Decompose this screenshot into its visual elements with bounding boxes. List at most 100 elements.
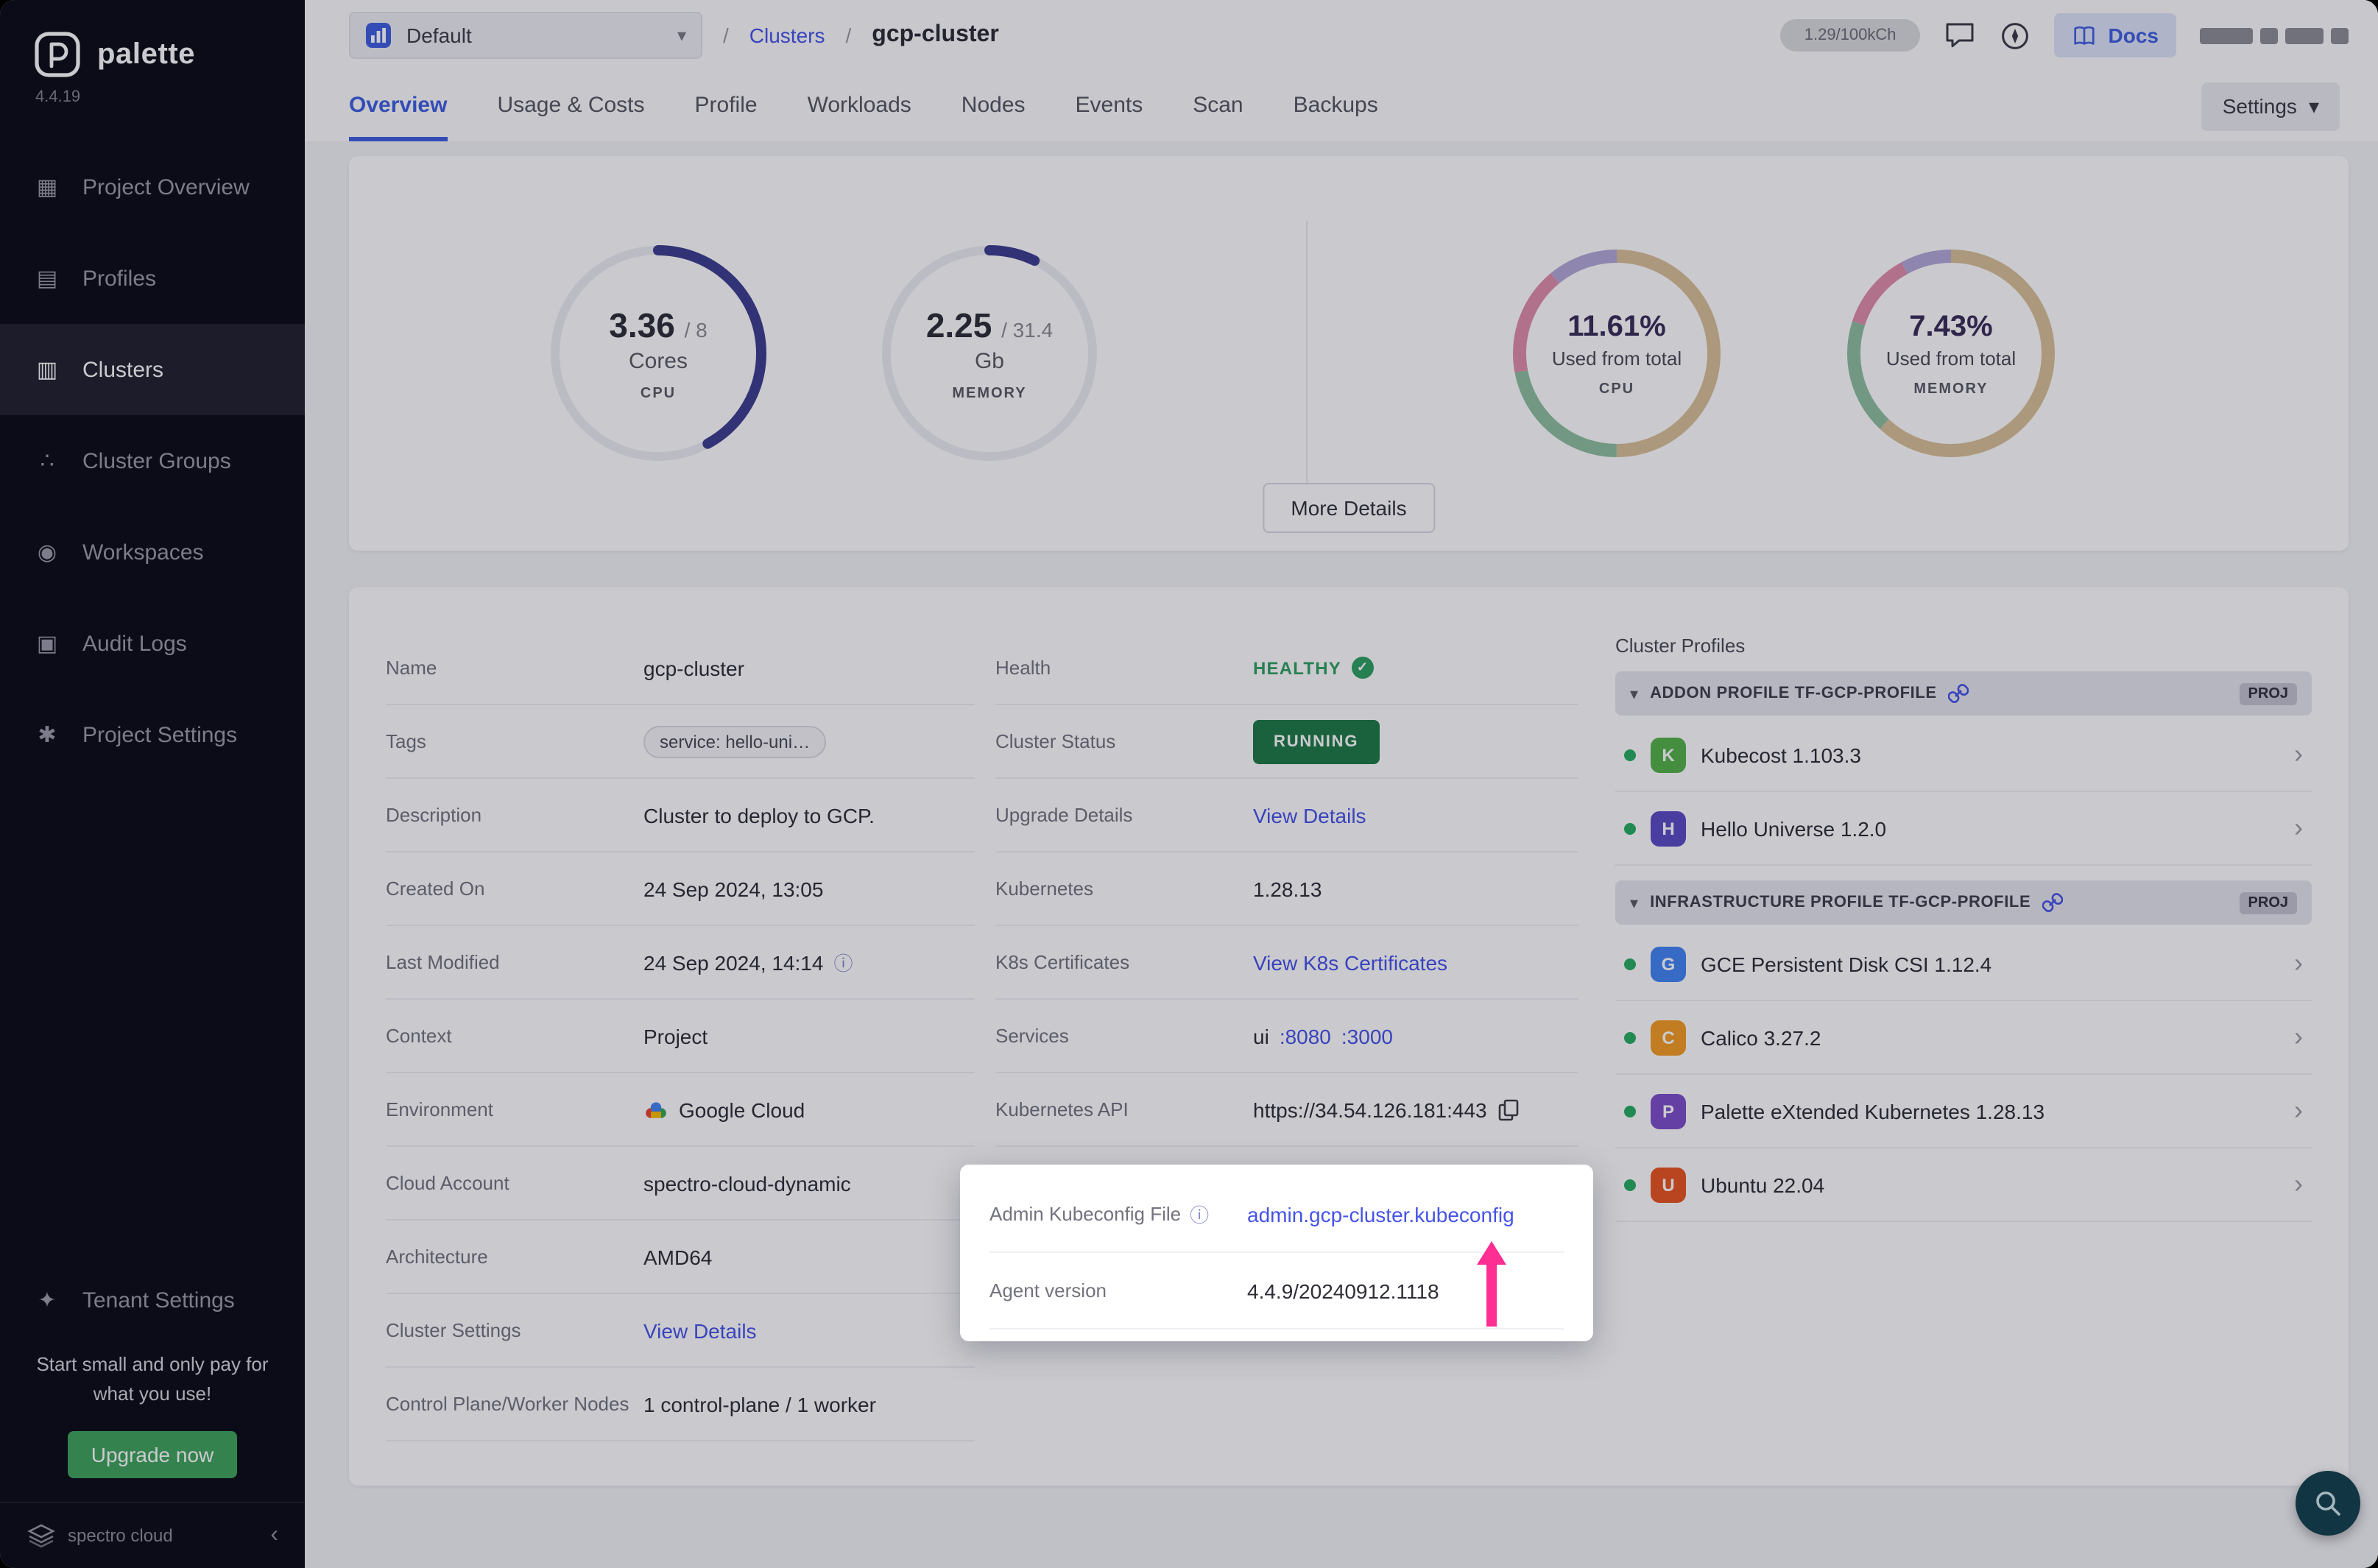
row-k8s-certificates: K8s Certificates View K8s Certificates (995, 926, 1578, 1000)
details-left-column: Name gcp-cluster Tags service: hello-uni… (386, 632, 975, 1441)
cluster-details-card: Name gcp-cluster Tags service: hello-uni… (349, 587, 2349, 1486)
sidebar-item-workspaces[interactable]: ◉ Workspaces (0, 506, 305, 598)
row-created-on: Created On 24 Sep 2024, 13:05 (386, 852, 975, 926)
cluster-stats-card: 3.36 / 8 Cores CPU 2.25 / 31.4 Gb MEMORY (349, 156, 2349, 551)
row-services: Services ui :8080 :3000 (995, 1000, 1578, 1073)
status-dot-icon (1624, 1179, 1636, 1190)
spotlight-card: Admin Kubeconfig File ⓘ admin.gcp-cluste… (960, 1165, 1593, 1341)
row-upgrade-details: Upgrade Details View Details (995, 779, 1578, 852)
memory-used-value: 2.25 (926, 306, 992, 344)
redacted-block (2331, 27, 2349, 43)
scope-badge: PROJ (2240, 682, 2297, 704)
row-tags: Tags service: hello-uni… (386, 705, 975, 779)
sidebar-item-tenant-settings[interactable]: ✦ Tenant Settings (0, 1262, 305, 1338)
project-settings-icon: ✱ (32, 721, 62, 748)
sidebar-item-cluster-groups[interactable]: ∴ Cluster Groups (0, 415, 305, 506)
search-fab-button[interactable] (2296, 1471, 2360, 1536)
tour-arrow-icon (1475, 1241, 1508, 1327)
search-icon (2313, 1488, 2343, 1518)
tab-profile[interactable]: Profile (695, 93, 758, 141)
row-description: Description Cluster to deploy to GCP. (386, 779, 975, 852)
breadcrumb-separator: / (846, 24, 852, 47)
sidebar-item-clusters[interactable]: ▥ Clusters (0, 324, 305, 415)
tab-scan[interactable]: Scan (1193, 93, 1243, 141)
content-area: 3.36 / 8 Cores CPU 2.25 / 31.4 Gb MEMORY (305, 141, 2378, 1568)
tab-backups[interactable]: Backups (1294, 93, 1378, 141)
row-nodes: Control Plane/Worker Nodes 1 control-pla… (386, 1368, 975, 1441)
upgrade-view-details-link[interactable]: View Details (1253, 803, 1366, 827)
sidebar: palette 4.4.19 ▦ Project Overview ▤ Prof… (0, 0, 305, 1568)
tab-nodes[interactable]: Nodes (962, 93, 1026, 141)
profile-item-calico[interactable]: C Calico 3.27.2 › (1615, 1001, 2312, 1075)
status-dot-icon (1624, 822, 1636, 834)
help-button[interactable] (2000, 20, 2031, 51)
profile-item-ubuntu[interactable]: U Ubuntu 22.04 › (1615, 1148, 2312, 1222)
memory-gauge-label: MEMORY (952, 385, 1026, 401)
profile-item-kubecost[interactable]: K Kubecost 1.103.3 › (1615, 718, 2312, 792)
cluster-settings-view-details-link[interactable]: View Details (643, 1318, 757, 1342)
tab-overview[interactable]: Overview (349, 93, 447, 141)
sidebar-item-project-settings[interactable]: ✱ Project Settings (0, 689, 305, 780)
check-circle-icon: ✓ (1352, 657, 1374, 679)
sidebar-item-profiles[interactable]: ▤ Profiles (0, 233, 305, 324)
tag-chip: service: hello-uni… (643, 725, 826, 757)
row-health: Health HEALTHY ✓ (995, 632, 1578, 705)
chevron-down-icon: ▾ (677, 25, 686, 46)
app-version: 4.4.19 (0, 85, 305, 127)
service-port-3000-link[interactable]: :3000 (1341, 1024, 1393, 1048)
chat-button[interactable] (1944, 21, 1976, 50)
upgrade-now-button[interactable]: Upgrade now (68, 1431, 238, 1478)
chevron-right-icon: › (2294, 1169, 2303, 1200)
row-cloud-account: Cloud Account spectro-cloud-dynamic (386, 1147, 975, 1221)
cpu-total-value: / 8 (685, 317, 708, 341)
sidebar-item-project-overview[interactable]: ▦ Project Overview (0, 141, 305, 233)
project-selector[interactable]: Default ▾ (349, 12, 702, 59)
docs-book-icon (2072, 23, 2097, 48)
status-dot-icon (1624, 749, 1636, 760)
sidebar-collapse-icon[interactable]: ‹ (270, 1522, 278, 1549)
info-icon[interactable]: ⓘ (833, 948, 853, 976)
palette-extended-kubernetes-icon: P (1651, 1093, 1686, 1129)
kubecost-icon: K (1651, 737, 1686, 772)
sidebar-nav: ▦ Project Overview ▤ Profiles ▥ Clusters… (0, 141, 305, 780)
service-port-8080-link[interactable]: :8080 (1280, 1024, 1331, 1048)
status-dot-icon (1624, 1031, 1636, 1043)
admin-kubeconfig-link[interactable]: admin.gcp-cluster.kubeconfig (1247, 1202, 1514, 1226)
chevron-right-icon: › (2294, 1022, 2303, 1053)
more-details-button[interactable]: More Details (1263, 483, 1434, 533)
row-environment: Environment Google Cloud (386, 1073, 975, 1147)
settings-button[interactable]: Settings ▾ (2202, 82, 2340, 130)
breadcrumb-clusters-link[interactable]: Clusters (749, 24, 825, 47)
health-status: HEALTHY ✓ (1253, 657, 1374, 679)
info-icon[interactable]: ⓘ (1190, 1200, 1209, 1228)
addon-profile-header[interactable]: ▾ ADDON PROFILE TF-GCP-PROFILE PROJ (1615, 671, 2312, 716)
chevron-right-icon: › (2294, 739, 2303, 770)
google-cloud-icon (643, 1099, 668, 1120)
palette-logo-icon (32, 29, 82, 80)
project-chart-icon (365, 22, 392, 49)
view-k8s-certificates-link[interactable]: View K8s Certificates (1253, 950, 1447, 974)
profile-item-palette-extended-kubernetes[interactable]: P Palette eXtended Kubernetes 1.28.13 › (1615, 1075, 2312, 1148)
row-cluster-settings: Cluster Settings View Details (386, 1294, 975, 1368)
sidebar-item-label: Project Overview (82, 174, 250, 199)
sidebar-item-audit-logs[interactable]: ▣ Audit Logs (0, 598, 305, 689)
stats-divider (1306, 221, 1308, 486)
tab-workloads[interactable]: Workloads (808, 93, 911, 141)
chevron-right-icon: › (2294, 1095, 2303, 1126)
infrastructure-profile-header[interactable]: ▾ INFRASTRUCTURE PROFILE TF-GCP-PROFILE … (1615, 880, 2312, 925)
cpu-used-value: 3.36 (609, 306, 675, 344)
scope-badge: PROJ (2240, 891, 2297, 914)
sidebar-item-label: Cluster Groups (82, 448, 231, 473)
cluster-groups-icon: ∴ (32, 448, 62, 474)
audit-logs-icon: ▣ (32, 630, 62, 657)
profile-item-gce-persistent-disk[interactable]: G GCE Persistent Disk CSI 1.12.4 › (1615, 928, 2312, 1001)
docs-button[interactable]: Docs (2054, 13, 2176, 57)
tab-events[interactable]: Events (1076, 93, 1143, 141)
sidebar-item-label: Clusters (82, 357, 163, 382)
copy-icon[interactable] (1497, 1098, 1520, 1121)
status-dot-icon (1624, 1105, 1636, 1117)
tab-usage-costs[interactable]: Usage & Costs (497, 93, 644, 141)
cpu-usage-donut: 11.61% Used from total CPU (1506, 243, 1727, 464)
profile-item-hello-universe[interactable]: H Hello Universe 1.2.0 › (1615, 792, 2312, 866)
chevron-right-icon: › (2294, 813, 2303, 844)
